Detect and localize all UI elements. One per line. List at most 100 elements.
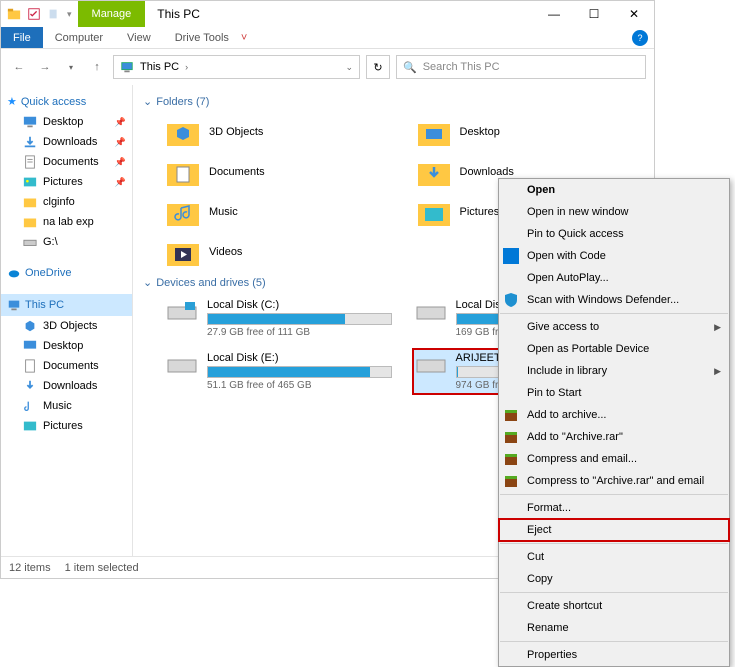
ribbon-tabs: File Computer View Drive Tools ˅ ? [1,27,654,49]
sidebar-this-pc[interactable]: This PC [1,294,132,316]
sidebar-item-3dobjects[interactable]: 3D Objects [1,316,132,336]
sidebar-item-nalabexp[interactable]: na lab exp [1,212,132,232]
ctx-separator [500,543,728,544]
ctx-cut[interactable]: Cut [499,546,729,568]
sidebar-item-downloads[interactable]: Downloads📌 [1,132,132,152]
properties-icon[interactable] [27,7,41,21]
ctx-include-library[interactable]: Include in library▶ [499,360,729,382]
sidebar-item-g-drive[interactable]: G:\ [1,232,132,252]
folder-icon [23,195,37,209]
drive-icon [416,299,446,323]
ribbon-collapse-icon[interactable]: ˅ [241,32,247,44]
back-button[interactable]: ← [9,57,29,77]
ctx-open-portable[interactable]: Open as Portable Device [499,338,729,360]
recent-dropdown[interactable]: ▾ [61,57,81,77]
sidebar-item-pictures[interactable]: Pictures📌 [1,172,132,192]
ctx-open[interactable]: Open [499,179,729,201]
folders-group-header[interactable]: ⌄Folders (7) [143,89,644,114]
sidebar-item-desktop[interactable]: Desktop📌 [1,112,132,132]
sidebar-item-downloads2[interactable]: Downloads [1,376,132,396]
chevron-right-icon: ▶ [714,322,721,333]
pc-icon [7,298,21,312]
address-dropdown-icon[interactable]: ⌄ [345,62,353,73]
sidebar-item-pictures2[interactable]: Pictures [1,416,132,436]
drive-e[interactable]: Local Disk (E:)51.1 GB free of 465 GB [163,348,396,395]
ctx-compress-rar-email[interactable]: Compress to "Archive.rar" and email [499,470,729,492]
ctx-copy[interactable]: Copy [499,568,729,590]
drive-icon [167,299,197,323]
ctx-give-access[interactable]: Give access to▶ [499,316,729,338]
ctx-open-autoplay[interactable]: Open AutoPlay... [499,267,729,289]
chevron-right-icon: ▶ [714,366,721,377]
minimize-button[interactable]: — [534,1,574,27]
ctx-open-with-code[interactable]: Open with Code [499,245,729,267]
search-input[interactable]: 🔍 Search This PC [396,55,646,79]
ctx-rename[interactable]: Rename [499,617,729,639]
desktop-icon [23,115,37,129]
refresh-button[interactable]: ↻ [366,55,390,79]
chevron-down-icon: ⌄ [143,276,152,289]
ctx-separator [500,592,728,593]
manage-tab[interactable]: Manage [78,1,146,27]
ctx-add-rar[interactable]: Add to "Archive.rar" [499,426,729,448]
download-icon [23,135,37,149]
tab-computer[interactable]: Computer [43,27,115,48]
drive-c[interactable]: Local Disk (C:)27.9 GB free of 111 GB [163,295,396,342]
winrar-icon [503,407,519,423]
ctx-format[interactable]: Format... [499,497,729,519]
ctx-create-shortcut[interactable]: Create shortcut [499,595,729,617]
address-bar[interactable]: This PC › ⌄ [113,55,360,79]
status-selected-count: 1 item selected [65,562,139,574]
pictures-icon [418,198,450,226]
ctx-properties[interactable]: Properties [499,644,729,666]
tab-drive-tools[interactable]: Drive Tools [163,27,241,48]
dropdown-icon[interactable] [47,7,61,21]
3d-icon [167,118,199,146]
sidebar-item-documents2[interactable]: Documents [1,356,132,376]
folder-icon [23,215,37,229]
ctx-separator [500,313,728,314]
close-button[interactable]: ✕ [614,1,654,27]
tab-view[interactable]: View [115,27,163,48]
pin-icon: 📌 [115,177,126,188]
download-icon [418,158,450,186]
ctx-compress-email[interactable]: Compress and email... [499,448,729,470]
sidebar-item-clginfo[interactable]: clginfo [1,192,132,212]
pin-icon: 📌 [115,157,126,168]
sidebar-item-documents[interactable]: Documents📌 [1,152,132,172]
video-icon [167,238,199,266]
folder-documents[interactable]: Documents [163,154,394,190]
search-icon: 🔍 [403,61,417,74]
forward-button[interactable]: → [35,57,55,77]
ctx-open-new-window[interactable]: Open in new window [499,201,729,223]
drive-icon [416,352,446,376]
tab-file[interactable]: File [1,27,43,48]
ctx-pin-start[interactable]: Pin to Start [499,382,729,404]
document-icon [23,359,37,373]
breadcrumb[interactable]: This PC [140,61,179,73]
folder-3dobjects[interactable]: 3D Objects [163,114,394,150]
titlebar: ▾ Manage This PC — ☐ ✕ [1,1,654,27]
maximize-button[interactable]: ☐ [574,1,614,27]
window-title: This PC [145,1,212,27]
window-controls: — ☐ ✕ [534,1,654,27]
shield-icon [503,292,519,308]
pc-icon [120,60,134,74]
ctx-add-archive[interactable]: Add to archive... [499,404,729,426]
search-placeholder: Search This PC [423,61,500,73]
qat-overflow-icon[interactable]: ▾ [67,9,72,20]
ctx-eject[interactable]: Eject [499,519,729,541]
sidebar-quick-access[interactable]: ★Quick access [1,91,132,112]
help-icon[interactable]: ? [632,30,648,46]
ctx-scan-defender[interactable]: Scan with Windows Defender... [499,289,729,311]
sidebar-item-desktop2[interactable]: Desktop [1,336,132,356]
folder-music[interactable]: Music [163,194,394,230]
breadcrumb-arrow-icon[interactable]: › [185,62,188,72]
folder-desktop[interactable]: Desktop [414,114,645,150]
folder-videos[interactable]: Videos [163,234,394,270]
sidebar-onedrive[interactable]: OneDrive [1,262,132,284]
status-item-count: 12 items [9,562,51,574]
sidebar-item-music[interactable]: Music [1,396,132,416]
ctx-pin-quick-access[interactable]: Pin to Quick access [499,223,729,245]
up-button[interactable]: ↑ [87,57,107,77]
